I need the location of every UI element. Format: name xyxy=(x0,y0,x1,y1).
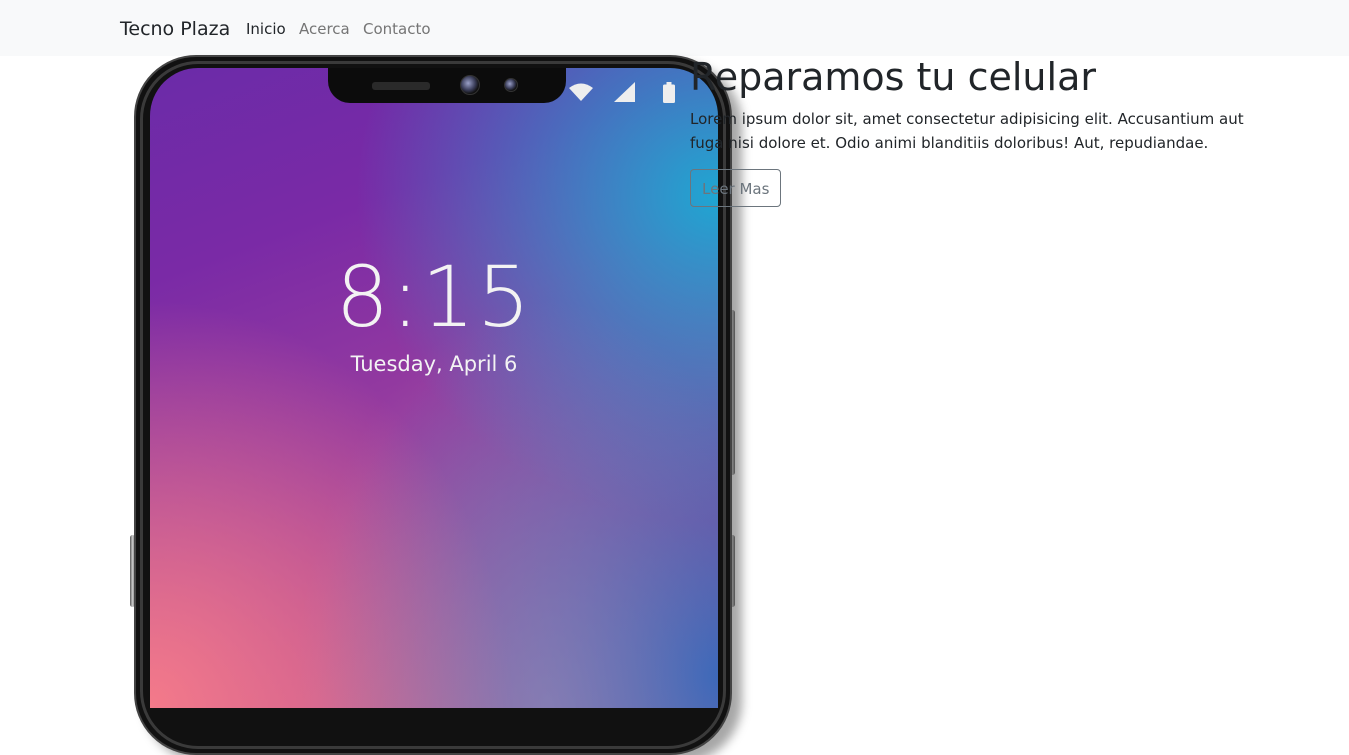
hero-description: Lorem ipsum dolor sit, amet consectetur … xyxy=(690,110,1244,152)
hero-title: Reparamos tu celular xyxy=(690,55,1096,99)
wifi-icon xyxy=(569,83,593,101)
navbar: Tecno Plaza Inicio Acerca Contacto xyxy=(0,0,1349,56)
battery-icon xyxy=(663,82,675,103)
nav-link-inicio[interactable]: Inicio xyxy=(246,19,286,39)
lockscreen-date: Tuesday, April 6 xyxy=(350,352,518,376)
phone-notch xyxy=(328,68,566,103)
phone-body: 8:15 Tuesday, April 6 xyxy=(134,55,732,755)
phone-screen: 8:15 Tuesday, April 6 xyxy=(150,68,718,708)
sensor-icon xyxy=(504,78,518,92)
signal-icon xyxy=(614,82,635,102)
read-more-button[interactable]: Leer Mas xyxy=(690,169,782,207)
brand-link[interactable]: Tecno Plaza xyxy=(120,17,230,41)
nav-link-contacto[interactable]: Contacto xyxy=(363,19,431,39)
lockscreen-time: 8:15 xyxy=(335,248,533,346)
phone-image: 8:15 Tuesday, April 6 xyxy=(130,55,735,755)
hero-section: Reparamos tu celular Lorem ipsum dolor s… xyxy=(690,56,1250,207)
camera-icon xyxy=(460,75,480,95)
speaker-icon xyxy=(372,82,430,90)
nav-link-acerca[interactable]: Acerca xyxy=(299,19,350,39)
